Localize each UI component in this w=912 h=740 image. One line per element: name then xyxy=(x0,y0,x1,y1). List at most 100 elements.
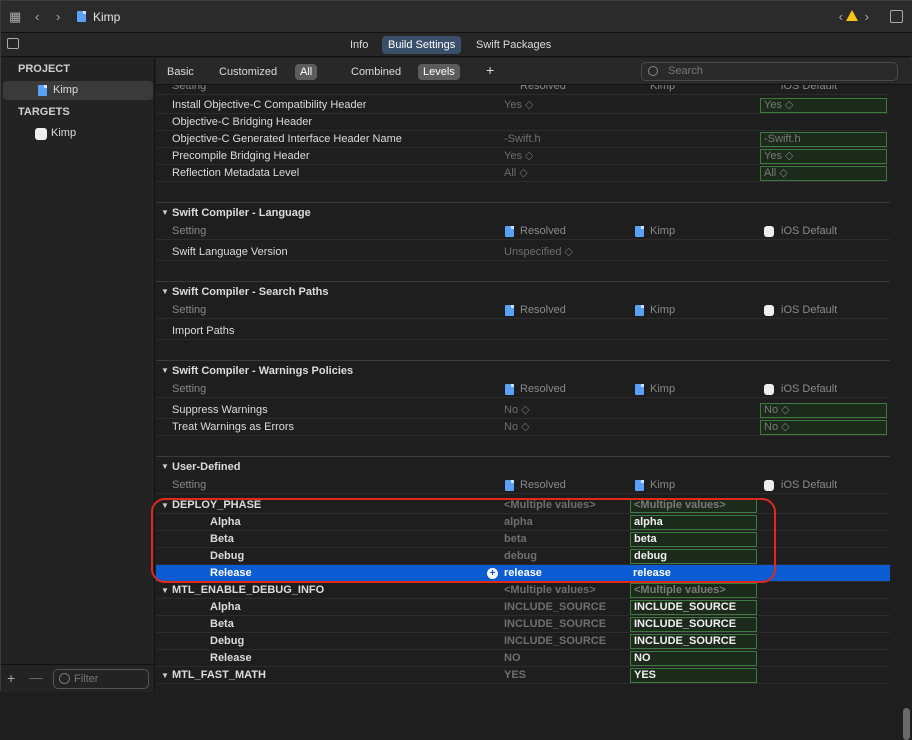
table-row[interactable]: Import Paths xyxy=(156,323,890,340)
disclosure-triangle-icon[interactable]: ▼ xyxy=(161,582,169,599)
resolved-value: <Multiple values> xyxy=(504,584,596,596)
kimp-value[interactable]: INCLUDE_SOURCE xyxy=(630,600,757,615)
remove-icon[interactable]: — xyxy=(29,669,43,685)
disclosure-triangle-icon[interactable]: ▼ xyxy=(161,667,169,684)
settings-filter-bar: Basic Customized All Combined Levels + S… xyxy=(156,58,912,85)
sdk-icon xyxy=(764,305,774,316)
filter-input[interactable]: Filter xyxy=(53,669,149,689)
add-setting-button[interactable]: + xyxy=(481,62,499,78)
sidebar-item-label: Kimp xyxy=(53,84,79,96)
forward-icon[interactable]: › xyxy=(56,9,60,24)
column-resolved: Resolved xyxy=(520,85,566,92)
resolved-value: INCLUDE_SOURCE xyxy=(504,601,607,613)
grid-icon[interactable]: ▦ xyxy=(9,9,21,25)
search-icon xyxy=(648,66,658,76)
table-row[interactable]: Precompile Bridging Header Yes ◇ Yes ◇ xyxy=(156,148,890,165)
search-input[interactable]: Search xyxy=(641,62,898,81)
project-file-icon xyxy=(77,11,86,22)
vertical-scrollbar[interactable] xyxy=(903,708,910,740)
table-row[interactable]: Debug INCLUDE_SOURCE INCLUDE_SOURCE xyxy=(156,633,890,650)
table-row[interactable]: Alpha INCLUDE_SOURCE INCLUDE_SOURCE xyxy=(156,599,890,616)
disclosure-triangle-icon: ▼ xyxy=(161,462,169,471)
add-icon[interactable]: + xyxy=(7,670,15,686)
table-row[interactable]: Suppress Warnings No ◇ No ◇ xyxy=(156,402,890,419)
table-header-row: Setting Resolved Kimp iOS Default xyxy=(156,223,890,240)
chevron-left-icon[interactable]: ‹ xyxy=(839,9,843,24)
file-icon xyxy=(505,480,514,491)
filter-icon xyxy=(59,673,70,684)
table-row[interactable]: Release NO NO xyxy=(156,650,890,667)
kimp-value[interactable]: YES xyxy=(630,668,757,683)
sdk-icon xyxy=(764,480,774,491)
disclosure-triangle-icon: ▼ xyxy=(161,287,169,296)
table-row[interactable]: Install Objective-C Compatibility Header… xyxy=(156,97,890,114)
setting-name: Beta xyxy=(210,618,234,630)
setting-name: MTL_ENABLE_DEBUG_INFO xyxy=(172,584,325,596)
sidebar-item-project[interactable]: Kimp xyxy=(3,81,153,100)
add-editor-icon[interactable] xyxy=(890,10,903,23)
column-setting: Setting xyxy=(172,85,207,92)
chevron-right-icon[interactable]: › xyxy=(865,9,869,24)
sidebar-bottom-bar: + — Filter xyxy=(1,664,155,692)
disclosure-triangle-icon: ▼ xyxy=(161,208,169,217)
combined-button[interactable]: Combined xyxy=(346,64,406,80)
project-section-header: PROJECT xyxy=(18,63,70,75)
sidebar-item-target[interactable]: Kimp xyxy=(3,124,153,143)
sdk-icon xyxy=(764,226,774,237)
sidebar-toggle-icon[interactable] xyxy=(7,38,19,49)
resolved-value: NO xyxy=(504,652,521,664)
build-settings-editor: Basic Customized All Combined Levels + S… xyxy=(156,58,912,740)
table-row[interactable]: Beta INCLUDE_SOURCE INCLUDE_SOURCE xyxy=(156,616,890,633)
settings-table: Setting Resolved Kimp iOS Default Instal… xyxy=(156,85,912,692)
highlight-annotation xyxy=(151,498,776,583)
file-icon xyxy=(505,305,514,316)
setting-name: MTL_FAST_MATH xyxy=(172,669,266,681)
resolved-value: INCLUDE_SOURCE xyxy=(504,618,607,630)
project-file-icon xyxy=(38,85,47,96)
customized-button[interactable]: Customized xyxy=(214,64,282,80)
tab-info[interactable]: Info xyxy=(344,36,374,54)
warning-icon[interactable] xyxy=(846,10,858,21)
section-user-defined[interactable]: ▼ User-Defined xyxy=(156,457,890,477)
file-icon xyxy=(635,305,644,316)
table-row[interactable]: Swift Language Version Unspecified ◇ xyxy=(156,244,890,261)
table-row[interactable]: Objective-C Bridging Header xyxy=(156,114,890,131)
kimp-value[interactable]: INCLUDE_SOURCE xyxy=(630,617,757,632)
levels-button[interactable]: Levels xyxy=(418,64,460,80)
column-kimp: Kimp xyxy=(650,85,676,92)
table-row[interactable]: ▼ MTL_ENABLE_DEBUG_INFO <Multiple values> <… xyxy=(156,582,890,599)
file-icon xyxy=(505,384,514,395)
table-row[interactable]: Reflection Metadata Level All ◇ All ◇ xyxy=(156,165,890,182)
file-icon xyxy=(635,384,644,395)
disclosure-triangle-icon: ▼ xyxy=(161,366,169,375)
kimp-value[interactable]: NO xyxy=(630,651,757,666)
table-row[interactable]: Treat Warnings as Errors No ◇ No ◇ xyxy=(156,419,890,436)
table-row[interactable]: ▼ MTL_FAST_MATH YES YES xyxy=(156,667,890,684)
xcode-window: ▦ ‹ › Kimp ‹ › Info Build Settings Swift… xyxy=(0,0,912,740)
table-header-row: Setting Resolved Kimp iOS Default xyxy=(156,302,890,319)
app-target-icon xyxy=(35,128,47,140)
table-row[interactable]: Objective-C Generated Interface Header N… xyxy=(156,131,890,148)
project-navigator: PROJECT Kimp TARGETS Kimp + — Filter xyxy=(1,58,155,692)
back-icon[interactable]: ‹ xyxy=(35,9,39,24)
breadcrumb-title[interactable]: Kimp xyxy=(93,10,120,24)
targets-section-header: TARGETS xyxy=(18,106,70,118)
table-header-row: Setting Resolved Kimp iOS Default xyxy=(156,477,890,494)
tab-swift-packages[interactable]: Swift Packages xyxy=(470,36,557,54)
table-header-row: Setting Resolved Kimp iOS Default xyxy=(156,381,890,398)
kimp-value[interactable]: <Multiple values> xyxy=(630,583,757,598)
tab-build-settings[interactable]: Build Settings xyxy=(382,36,462,54)
section-swift-search-paths[interactable]: ▼ Swift Compiler - Search Paths xyxy=(156,282,890,302)
basic-button[interactable]: Basic xyxy=(162,64,199,80)
file-icon xyxy=(635,226,644,237)
editor-tab-bar: Info Build Settings Swift Packages xyxy=(1,33,912,57)
sdk-icon xyxy=(764,384,774,395)
search-placeholder: Search xyxy=(668,65,703,77)
section-swift-warnings[interactable]: ▼ Swift Compiler - Warnings Policies xyxy=(156,361,890,381)
setting-name: Debug xyxy=(210,635,245,647)
file-icon xyxy=(635,480,644,491)
sidebar-item-label: Kimp xyxy=(51,127,77,139)
section-swift-language[interactable]: ▼ Swift Compiler - Language xyxy=(156,203,890,223)
all-button[interactable]: All xyxy=(295,64,318,80)
kimp-value[interactable]: INCLUDE_SOURCE xyxy=(630,634,757,649)
